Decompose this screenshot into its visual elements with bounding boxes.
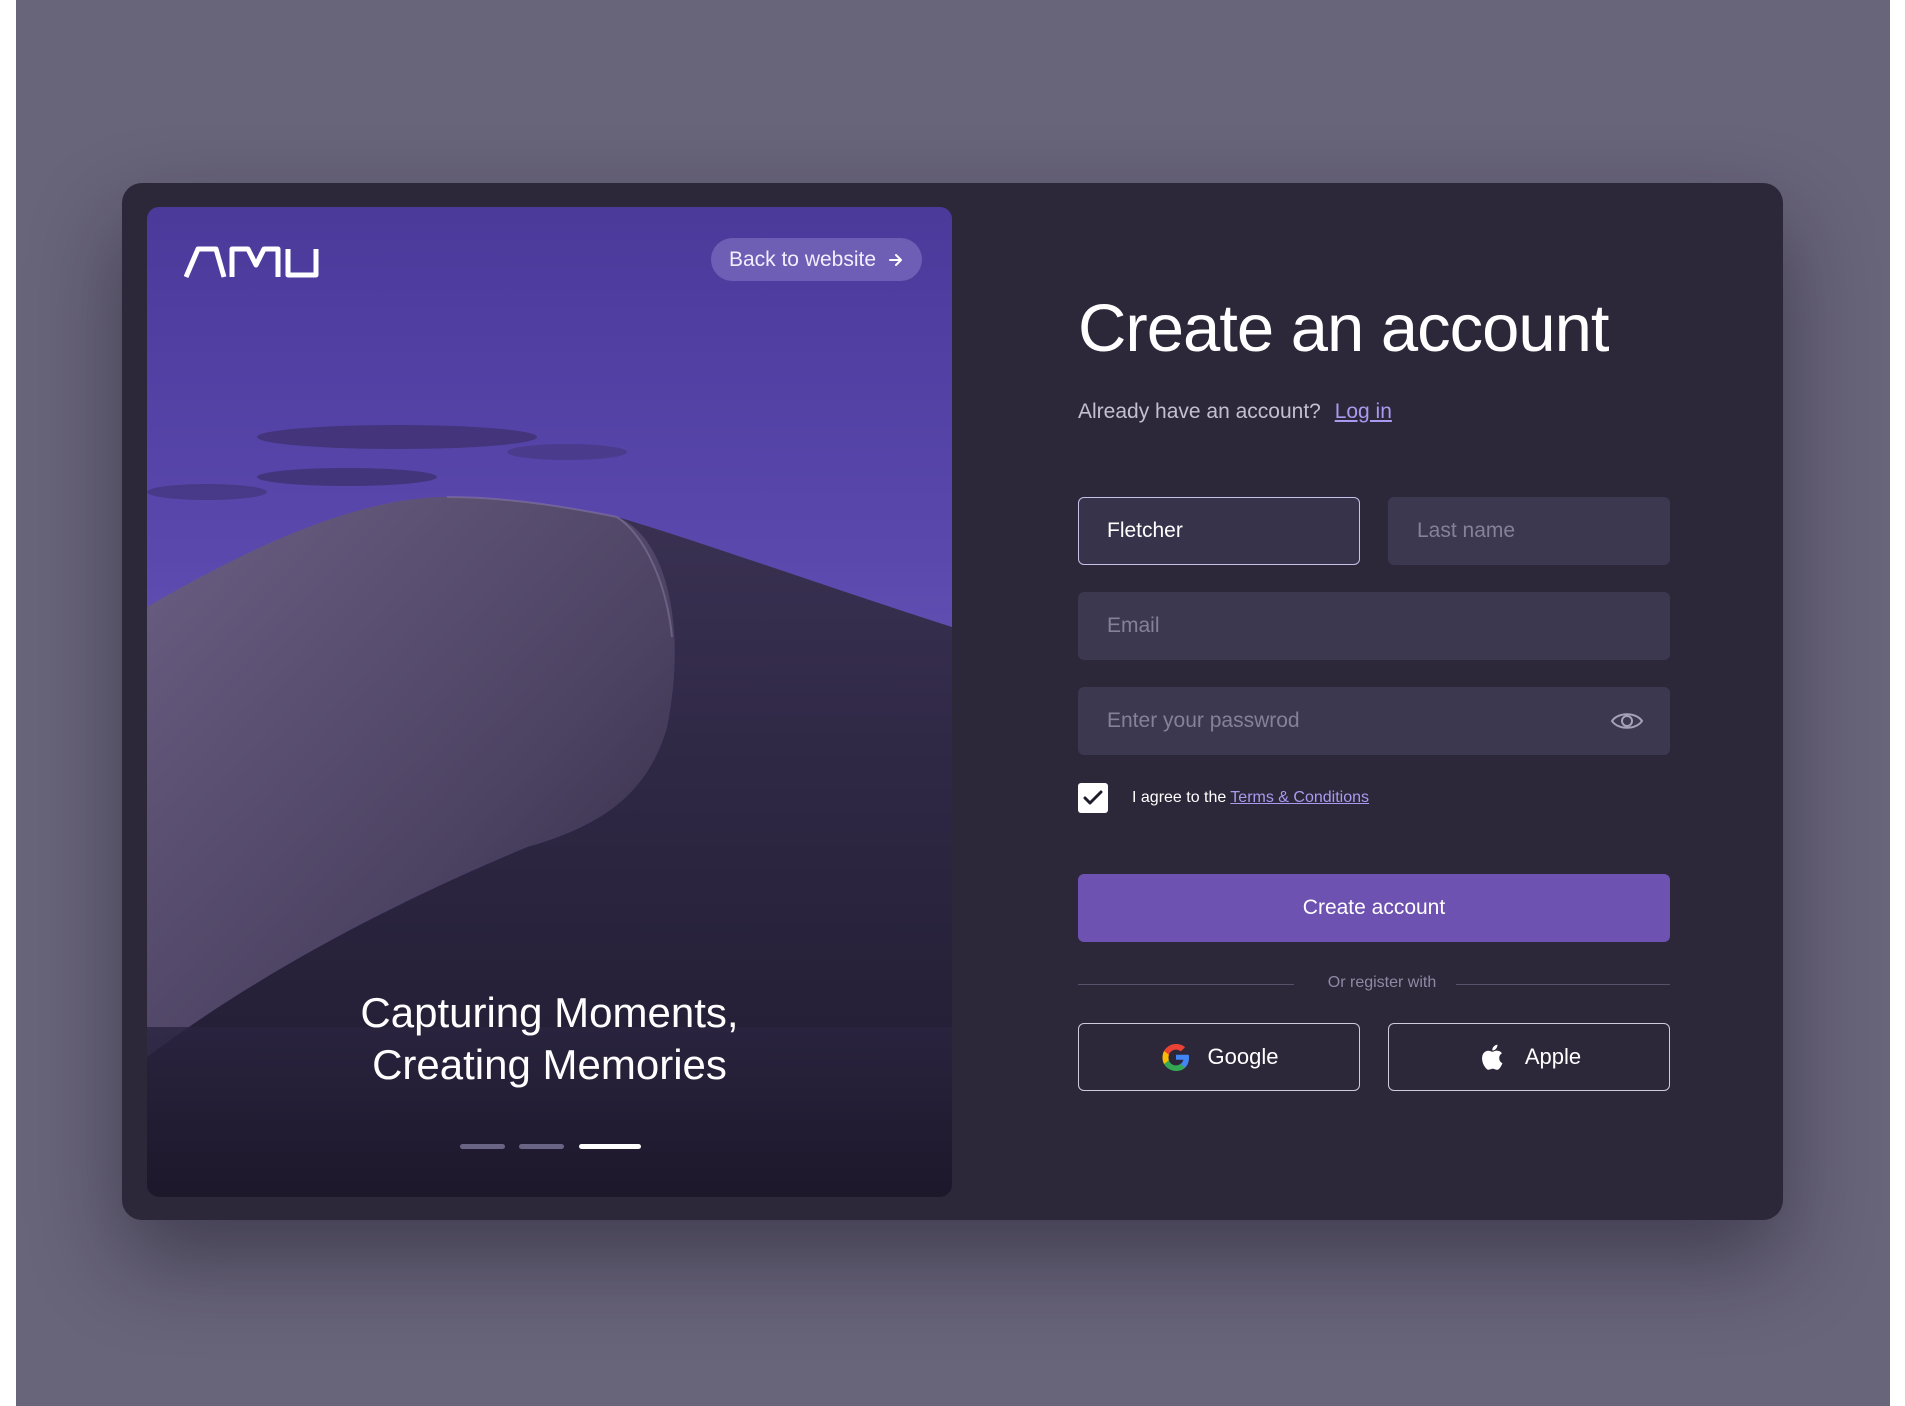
google-icon [1162,1044,1189,1071]
tagline-line-1: Capturing Moments, [360,989,739,1036]
carousel-dot-1[interactable] [460,1144,505,1149]
create-account-button[interactable]: Create account [1078,874,1670,942]
back-to-website-button[interactable]: Back to website [711,238,922,281]
apple-icon [1481,1044,1503,1070]
eye-icon[interactable] [1610,709,1644,733]
page-title: Create an account [1078,291,1610,366]
first-name-value: Fletcher [1107,519,1183,542]
checkmark-icon [1083,790,1103,805]
google-label: Google [1207,1044,1279,1069]
apple-label: Apple [1524,1044,1582,1069]
carousel-indicators [147,1144,952,1150]
email-input[interactable]: Email [1078,592,1670,660]
divider-left [1078,984,1294,985]
login-link[interactable]: Log in [1335,400,1392,423]
divider-text: Or register with [1327,974,1437,991]
amu-logo [184,246,319,278]
agree-text: I agree to the [1132,789,1227,806]
hero-tagline: Capturing Moments, Creating Memories [147,987,952,1091]
first-name-input[interactable]: Fletcher [1078,497,1360,565]
carousel-dot-2[interactable] [519,1144,564,1149]
divider-right [1456,984,1670,985]
create-account-label: Create account [1302,896,1446,919]
email-placeholder: Email [1107,614,1160,637]
tagline-line-2: Creating Memories [372,1041,727,1088]
terms-link[interactable]: Terms & Conditions [1230,789,1369,807]
hero-panel: Back to website Capturing Moments, Creat… [147,207,952,1197]
login-prompt: Already have an account? Log in [1078,400,1392,424]
terms-checkbox[interactable] [1078,783,1108,813]
arrow-right-icon [889,253,903,266]
last-name-placeholder: Last name [1417,519,1516,542]
login-prompt-text: Already have an account? [1078,400,1321,423]
carousel-dot-3-active[interactable] [579,1144,641,1149]
password-placeholder: Enter your passwrod [1107,709,1300,732]
back-to-website-label: Back to website [728,247,877,271]
password-input[interactable]: Enter your passwrod [1078,687,1670,755]
apple-signup-button[interactable]: Apple [1388,1023,1670,1091]
terms-agreement: I agree to the Terms & Conditions [1078,783,1369,813]
last-name-input[interactable]: Last name [1388,497,1670,565]
google-signup-button[interactable]: Google [1078,1023,1360,1091]
